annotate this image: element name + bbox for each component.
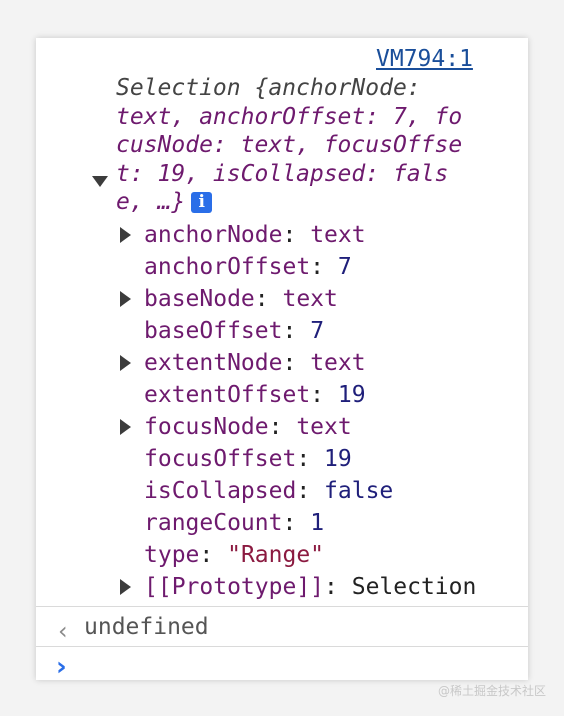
- return-arrow-icon: ‹: [58, 617, 68, 645]
- property-value: "Range": [227, 542, 325, 568]
- collapse-caret-icon[interactable]: [120, 419, 131, 435]
- prompt-caret-icon[interactable]: ›: [56, 652, 67, 680]
- property-key: focusOffset: [144, 446, 297, 472]
- property-key: baseOffset: [144, 318, 283, 344]
- property-key: rangeCount: [144, 510, 283, 536]
- property-row[interactable]: baseNode: text: [144, 283, 338, 315]
- property-value: Selection: [351, 574, 477, 600]
- expand-caret-icon[interactable]: [92, 176, 108, 187]
- property-row[interactable]: anchorNode: text: [144, 219, 366, 251]
- collapse-caret-icon[interactable]: [120, 579, 131, 595]
- property-separator: :: [310, 254, 338, 280]
- property-row[interactable]: [[Prototype]]: Selection: [144, 571, 476, 603]
- property-key: anchorOffset: [144, 254, 311, 280]
- property-row[interactable]: baseOffset: 7: [144, 315, 324, 347]
- object-summary[interactable]: Selection {anchorNode: text, anchorOffse…: [116, 74, 486, 217]
- summary-line-2: text, anchorOffset: 7, fo: [116, 103, 463, 130]
- property-value: 19: [337, 382, 366, 408]
- return-value: undefined: [84, 614, 209, 640]
- property-row[interactable]: isCollapsed: false: [144, 475, 393, 507]
- property-separator: :: [296, 478, 325, 504]
- summary-line-1: Selection {anchorNode:: [116, 75, 421, 101]
- info-icon[interactable]: i: [191, 192, 213, 213]
- property-separator: :: [324, 574, 352, 600]
- property-value: text: [310, 350, 366, 376]
- source-link[interactable]: VM794:1: [376, 46, 473, 72]
- property-key: isCollapsed: [144, 478, 297, 504]
- property-value: false: [324, 478, 394, 504]
- property-value: 1: [310, 510, 325, 536]
- property-separator: :: [268, 414, 297, 440]
- summary-line-5: e, …}: [116, 189, 186, 215]
- property-row[interactable]: extentOffset: 19: [144, 379, 366, 411]
- property-value: text: [296, 414, 352, 440]
- property-value: 19: [324, 446, 352, 472]
- property-key: baseNode: [144, 286, 255, 312]
- collapse-caret-icon[interactable]: [120, 355, 131, 371]
- watermark: @稀土掘金技术社区: [437, 684, 546, 698]
- summary-line-3: cusNode: text, focusOffse: [116, 132, 463, 158]
- property-value: 7: [310, 318, 325, 344]
- collapse-caret-icon[interactable]: [120, 291, 131, 307]
- property-row[interactable]: focusNode: text: [144, 411, 352, 443]
- property-row[interactable]: anchorOffset: 7: [144, 251, 352, 283]
- property-row[interactable]: type: "Range": [144, 539, 324, 571]
- collapse-caret-icon[interactable]: [120, 227, 131, 243]
- property-separator: :: [282, 350, 311, 376]
- property-value: text: [310, 222, 366, 248]
- property-row[interactable]: focusOffset: 19: [144, 443, 352, 475]
- property-separator: :: [296, 446, 325, 472]
- property-key: anchorNode: [144, 222, 283, 248]
- property-row[interactable]: rangeCount: 1: [144, 507, 324, 539]
- console-panel: VM794:1 Selection {anchorNode: text, anc…: [36, 38, 528, 680]
- summary-line-4: t: 19, isCollapsed: fals: [116, 160, 449, 187]
- property-separator: :: [310, 382, 338, 408]
- property-separator: :: [282, 318, 311, 344]
- property-value: 7: [337, 254, 352, 280]
- property-key: extentNode: [144, 350, 283, 376]
- property-separator: :: [282, 222, 311, 248]
- property-key: type: [144, 542, 200, 568]
- property-separator: :: [282, 510, 311, 536]
- property-key: extentOffset: [144, 382, 311, 408]
- property-separator: :: [254, 286, 283, 312]
- divider: [36, 606, 528, 607]
- property-value: text: [282, 286, 338, 312]
- property-key: focusNode: [144, 414, 269, 440]
- property-key: [[Prototype]]: [144, 574, 325, 600]
- property-separator: :: [199, 542, 228, 568]
- divider: [36, 646, 528, 647]
- property-row[interactable]: extentNode: text: [144, 347, 366, 379]
